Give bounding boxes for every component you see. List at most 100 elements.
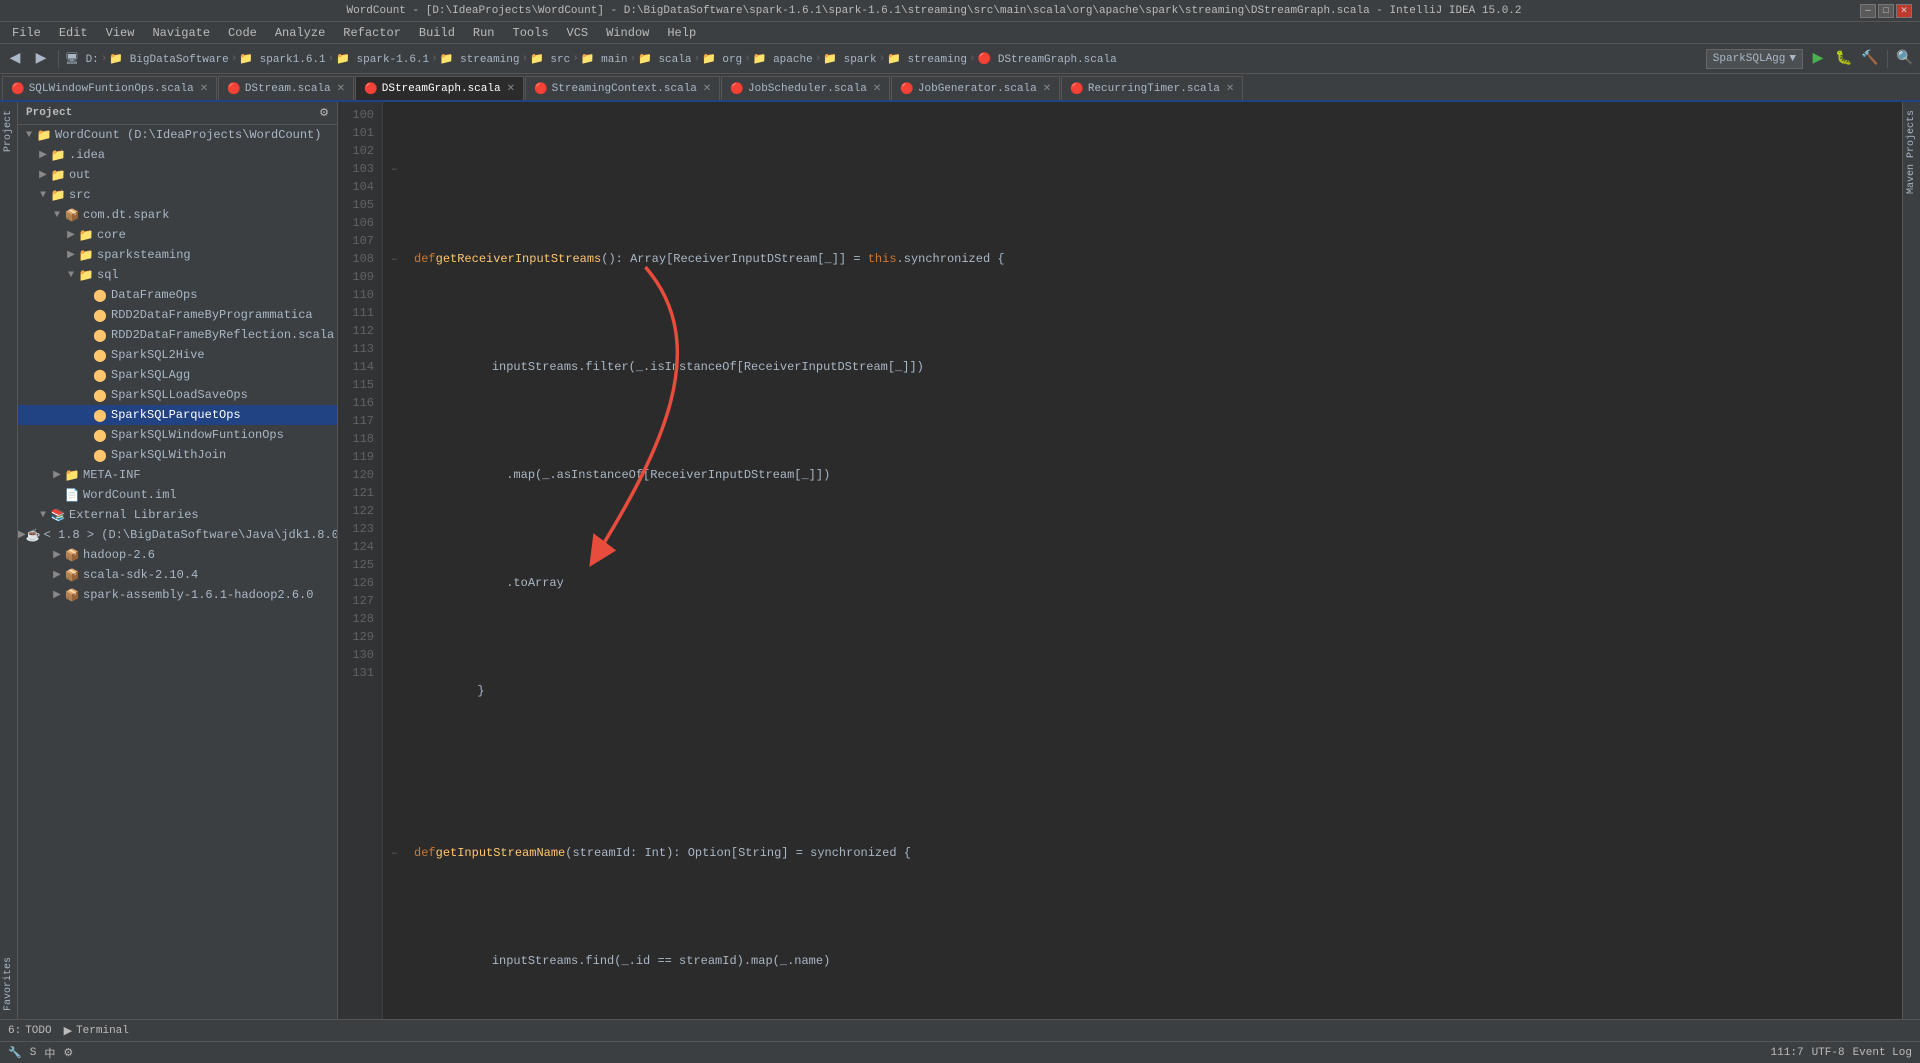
tab-close-dstream[interactable]: ✕ [337, 83, 345, 95]
debug-button[interactable]: 🐛 [1833, 48, 1855, 70]
tree-label-com-dt-spark: com.dt.spark [83, 208, 169, 222]
statusbar-right: 111:7 UTF-8 Event Log [1771, 1047, 1912, 1059]
breadcrumb-streaming[interactable]: 📁 streaming [440, 52, 520, 66]
tree-sparksqlagg[interactable]: ▶ ⬤ SparkSQLAgg [18, 365, 337, 385]
encoding-indicator: UTF-8 [1812, 1047, 1845, 1059]
tree-wordcount[interactable]: ▼ 📁 WordCount (D:\IdeaProjects\WordCount… [18, 125, 337, 145]
menu-navigate[interactable]: Navigate [144, 24, 218, 42]
tab-close-streamingctx[interactable]: ✕ [703, 83, 711, 95]
tree-idea[interactable]: ▶ 📁 .idea [18, 145, 337, 165]
tree-metainf[interactable]: ▶ 📁 META-INF [18, 465, 337, 485]
tree-dataframeops[interactable]: ▶ ⬤ DataFrameOps [18, 285, 337, 305]
tab-close-jobgenerator[interactable]: ✕ [1043, 83, 1051, 95]
breadcrumb-spark161-1[interactable]: 📁 spark1.6.1 [239, 52, 325, 66]
breadcrumb-main[interactable]: 📁 main [581, 52, 628, 66]
menu-vcs[interactable]: VCS [559, 24, 597, 42]
tree-wordcount-iml[interactable]: ▶ 📄 WordCount.iml [18, 485, 337, 505]
run-button[interactable]: ▶ [1807, 48, 1829, 70]
run-config-selector[interactable]: SparkSQLAgg ▼ [1706, 49, 1803, 69]
todo-button[interactable]: 6: TODO [8, 1025, 52, 1037]
menu-edit[interactable]: Edit [51, 24, 96, 42]
tree-arrow-wordcount: ▼ [22, 130, 36, 141]
tree-sparksteaming[interactable]: ▶ 📁 sparksteaming [18, 245, 337, 265]
tree-rdd2programmatica[interactable]: ▶ ⬤ RDD2DataFrameByProgrammatica [18, 305, 337, 325]
tab-recurringtimer[interactable]: 🔴 RecurringTimer.scala ✕ [1061, 76, 1243, 100]
close-button[interactable]: ✕ [1896, 4, 1912, 18]
tree-out[interactable]: ▶ 📁 out [18, 165, 337, 185]
tab-close-recurringtimer[interactable]: ✕ [1226, 83, 1234, 95]
event-log-button[interactable]: Event Log [1853, 1047, 1912, 1059]
minimize-button[interactable]: ─ [1860, 4, 1876, 18]
breadcrumb-spark[interactable]: 📁 spark [823, 52, 876, 66]
toolbar-back-button[interactable]: ◀ [4, 48, 26, 70]
breadcrumb-file[interactable]: 🔴 DStreamGraph.scala [978, 52, 1117, 66]
breadcrumb-org[interactable]: 📁 org [702, 52, 742, 66]
tree-arrow-com-dt-spark: ▼ [50, 210, 64, 221]
breadcrumb-apache[interactable]: 📁 apache [753, 52, 813, 66]
code-line-103: .map(_.asInstanceOf[ReceiverInputDStream… [391, 448, 1894, 502]
tree-rdd2reflection[interactable]: ▶ ⬤ RDD2DataFrameByReflection.scala [18, 325, 337, 345]
menu-help[interactable]: Help [659, 24, 704, 42]
tree-arrow-core: ▶ [64, 229, 78, 241]
menu-code[interactable]: Code [220, 24, 265, 42]
tab-sqlwindow[interactable]: 🔴 SQLWindowFuntionOps.scala ✕ [2, 76, 217, 100]
tree-sparksqlwindow[interactable]: ▶ ⬤ SparkSQLWindowFuntionOps [18, 425, 337, 445]
menu-view[interactable]: View [98, 24, 143, 42]
search-button[interactable]: 🔍 [1894, 48, 1916, 70]
main-layout: Project Favorites Project ⚙ ▼ 📁 WordCoun… [0, 102, 1920, 1019]
build-button[interactable]: 🔨 [1859, 48, 1881, 70]
tree-icon-sparksql2hive: ⬤ [92, 348, 108, 363]
tree-sparksqlparquetops[interactable]: ▶ ⬤ SparkSQLParquetOps [18, 405, 337, 425]
tab-streamingctx[interactable]: 🔴 StreamingContext.scala ✕ [525, 76, 720, 100]
tree-sql[interactable]: ▼ 📁 sql [18, 265, 337, 285]
title-text: WordCount - [D:\IdeaProjects\WordCount] … [8, 5, 1860, 17]
sidebar-gear-icon[interactable]: ⚙ [319, 106, 329, 120]
menu-build[interactable]: Build [411, 24, 463, 42]
tree-spark-assembly[interactable]: ▶ 📦 spark-assembly-1.6.1-hadoop2.6.0 [18, 585, 337, 605]
tree-ext-libs[interactable]: ▼ 📚 External Libraries [18, 505, 337, 525]
tab-jobscheduler[interactable]: 🔴 JobScheduler.scala ✕ [721, 76, 890, 100]
project-icon[interactable]: Project [3, 106, 14, 156]
menu-run[interactable]: Run [465, 24, 503, 42]
breadcrumb-bigdata[interactable]: 📁 BigDataSoftware [109, 52, 228, 66]
terminal-button[interactable]: ▶ Terminal [64, 1024, 129, 1038]
tab-close-sqlwindow[interactable]: ✕ [200, 83, 208, 95]
tree-label-sparksqlwindow: SparkSQLWindowFuntionOps [111, 428, 284, 442]
breadcrumb-scala[interactable]: 📁 scala [638, 52, 691, 66]
maximize-button[interactable]: □ [1878, 4, 1894, 18]
toolbar-forward-button[interactable]: ▶ [30, 48, 52, 70]
tab-jobgenerator[interactable]: 🔴 JobGenerator.scala ✕ [891, 76, 1060, 100]
tree-src[interactable]: ▼ 📁 src [18, 185, 337, 205]
tree-icon-sparksqlparquetops: ⬤ [92, 408, 108, 423]
editor-area[interactable]: 100 101 102 103 104 105 106 107 108 109 … [338, 102, 1902, 1019]
tree-core[interactable]: ▶ 📁 core [18, 225, 337, 245]
left-panel-icons: Project Favorites [0, 102, 18, 1019]
tree-hadoop[interactable]: ▶ 📦 hadoop-2.6 [18, 545, 337, 565]
tab-close-dstreamgraph[interactable]: ✕ [507, 83, 515, 95]
tree-com-dt-spark[interactable]: ▼ 📦 com.dt.spark [18, 205, 337, 225]
tab-dstream[interactable]: 🔴 DStream.scala ✕ [218, 76, 354, 100]
tree-sparksql2hive[interactable]: ▶ ⬤ SparkSQL2Hive [18, 345, 337, 365]
breadcrumb-streaming2[interactable]: 📁 streaming [887, 52, 967, 66]
menu-refactor[interactable]: Refactor [335, 24, 409, 42]
menu-file[interactable]: File [4, 24, 49, 42]
menu-window[interactable]: Window [598, 24, 657, 42]
menu-tools[interactable]: Tools [505, 24, 557, 42]
breadcrumb-src[interactable]: 📁 src [530, 52, 570, 66]
tree-label-rdd2programmatica: RDD2DataFrameByProgrammatica [111, 308, 313, 322]
code-content[interactable]: – – def getReceiverInputStreams(): Array… [383, 102, 1902, 1019]
favorites-icon[interactable]: Favorites [3, 953, 14, 1015]
tree-sparksqlloadsaveops[interactable]: ▶ ⬤ SparkSQLLoadSaveOps [18, 385, 337, 405]
tabbar: 🔴 SQLWindowFuntionOps.scala ✕ 🔴 DStream.… [0, 74, 1920, 102]
code-line-106 [391, 772, 1894, 790]
tab-close-jobscheduler[interactable]: ✕ [873, 83, 881, 95]
tab-dstreamgraph[interactable]: 🔴 DStreamGraph.scala ✕ [355, 76, 524, 100]
tree-scala-sdk[interactable]: ▶ 📦 scala-sdk-2.10.4 [18, 565, 337, 585]
breadcrumb-d[interactable]: 🖥 D: [65, 52, 99, 66]
menu-analyze[interactable]: Analyze [267, 24, 333, 42]
maven-projects-icon[interactable]: Maven Projects [1906, 106, 1917, 198]
code-container[interactable]: 100 101 102 103 104 105 106 107 108 109 … [338, 102, 1902, 1019]
tree-sparksqlwithjoin[interactable]: ▶ ⬤ SparkSQLWithJoin [18, 445, 337, 465]
tree-jdk[interactable]: ▶ ☕ < 1.8 > (D:\BigDataSoftware\Java\jdk… [18, 525, 337, 545]
breadcrumb-spark161-2[interactable]: 📁 spark-1.6.1 [336, 52, 429, 66]
